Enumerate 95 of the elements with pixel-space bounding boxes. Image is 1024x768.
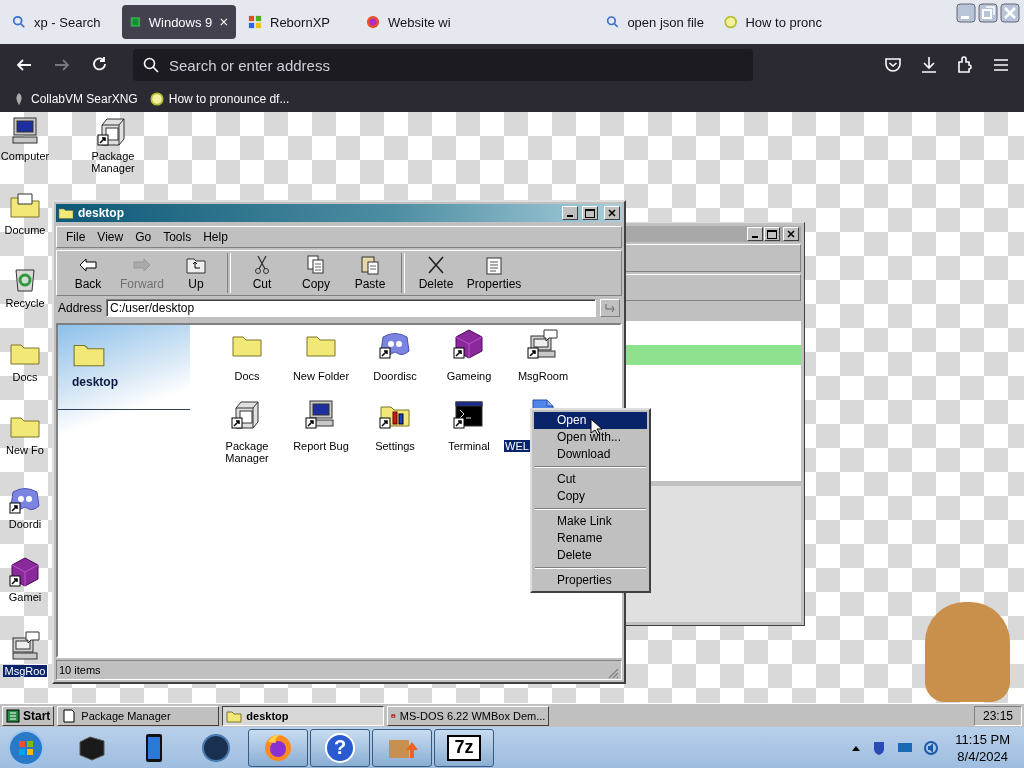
clock-time: 11:15 PM [955,730,1010,748]
enter-arrow-icon [604,303,616,313]
file-label[interactable]: Package Manager [210,440,284,464]
address-label: Address [58,301,103,315]
help-icon: ? [325,732,355,763]
taskbar-button[interactable]: desktop [222,705,385,726]
menu-item[interactable]: File [61,230,91,244]
folder-icon [58,206,74,220]
maximize-icon[interactable] [582,206,598,220]
extensions-icon[interactable] [956,56,974,74]
browser-tab[interactable]: xp - Search [4,5,118,39]
file-label[interactable]: Doordisc [372,370,418,382]
circle-icon [149,92,164,106]
toolbar-button[interactable]: Cut [235,251,289,295]
context-menu-item[interactable]: Copy [534,488,647,505]
desktop-icon-label[interactable]: Gamei [6,591,44,603]
resize-grip-icon[interactable] [607,667,619,679]
archive-icon: 7z [447,734,481,761]
context-menu-item[interactable]: Cut [534,471,647,488]
delete-icon [425,255,447,275]
desktop-icon-label[interactable]: Docume [2,223,48,236]
context-menu-item[interactable]: Delete [534,547,647,564]
desktop-icon-label[interactable]: Package Manager [82,150,144,174]
address-field[interactable]: C:/user/desktop [106,299,596,317]
browser-tab[interactable]: RebornXP [240,5,354,39]
context-menu-item[interactable]: Properties [534,572,647,589]
search-icon [143,57,159,73]
file-label[interactable]: Docs [233,370,261,382]
toolbar-button[interactable]: Up [169,251,223,295]
menu-item[interactable]: Go [130,230,157,244]
toolbar-button[interactable]: Properties [463,251,525,295]
search-icon [12,15,26,29]
taskbar-app-button[interactable] [372,728,432,767]
start-logo-icon [6,708,20,723]
start-button[interactable]: Start [2,705,55,726]
desktop-icon-label[interactable]: Recycle [3,297,47,309]
window-title: desktop [78,206,124,220]
browser-tab[interactable]: Website wi [358,5,594,39]
desktop-icon-label[interactable]: Doordi [6,517,44,530]
file-label[interactable]: Gameing [445,370,493,382]
clock-date: 8/4/2024 [957,747,1008,765]
desktop-icon-label[interactable]: New Fo [4,444,46,456]
taskbar-button[interactable]: Package Manager [57,705,220,726]
context-menu-item[interactable]: Rename [534,530,647,547]
sphere-icon [200,731,232,764]
windows-flag-icon [248,15,262,29]
maximize-icon[interactable] [764,227,780,242]
context-menu-item[interactable]: Download [534,446,647,463]
context-menu-item[interactable]: Make Link [534,513,647,530]
up-folder-icon [185,255,207,275]
browser-tab[interactable]: Windows 9 [122,5,236,39]
taskbar-app-button[interactable]: 7z [434,728,494,767]
menu-icon[interactable] [992,56,1010,74]
menu-item[interactable]: Help [198,230,233,244]
bookmark-link[interactable]: CollabVM SearXNG [12,92,138,106]
desktop-icon-label[interactable]: Docs [10,370,40,383]
taskbar-clock: 23:15 [973,705,1022,726]
file-label[interactable]: Terminal [447,440,491,452]
file-label[interactable]: MsgRoom [516,370,570,382]
file-label[interactable]: Settings [374,440,416,452]
toolbar-button[interactable]: Copy [289,251,343,295]
go-button[interactable] [600,299,620,317]
circle-icon [724,15,738,29]
restore-icon[interactable] [978,3,998,23]
search-icon [606,15,620,29]
panel-title: desktop [72,375,119,389]
file-label[interactable]: Report Bug [292,440,350,452]
menu-item[interactable]: View [92,230,129,244]
document-icon [61,708,78,723]
taskbar-app-button[interactable] [248,728,308,767]
start-orb-icon[interactable] [6,727,46,768]
folder-icon [226,708,243,723]
speaker-icon[interactable] [923,739,940,756]
properties-icon [483,255,505,275]
toolbar-button[interactable]: Delete [409,251,463,295]
download-icon[interactable] [920,56,938,74]
copy-icon [305,255,327,275]
address-field[interactable]: Search or enter address [133,49,753,81]
menu-item[interactable]: Tools [158,230,197,244]
desktop-icon-label[interactable]: Computer [0,150,52,162]
context-menu-item[interactable]: Open with... [534,429,647,446]
globe-icon [366,15,380,29]
toolbar-button[interactable]: Back [61,251,115,295]
browser-tab[interactable]: How to pronc [716,5,830,39]
paste-icon [359,255,381,275]
file-label[interactable]: New Folder [291,370,351,382]
context-menu-item[interactable]: Open [534,412,647,429]
browser-tab[interactable]: open json file [598,5,712,39]
taskbar-app-button[interactable]: ? [310,728,370,767]
bookmark-link[interactable]: How to pronounce df... [149,92,290,106]
file-label[interactable]: WEL [504,440,530,452]
taskbar-button[interactable]: MS-DOS 6.22 WMBox Dem... [387,705,550,726]
status-text: 10 items [59,664,101,676]
toolbar-button[interactable]: Paste [343,251,397,295]
pocket-icon[interactable] [884,56,902,74]
